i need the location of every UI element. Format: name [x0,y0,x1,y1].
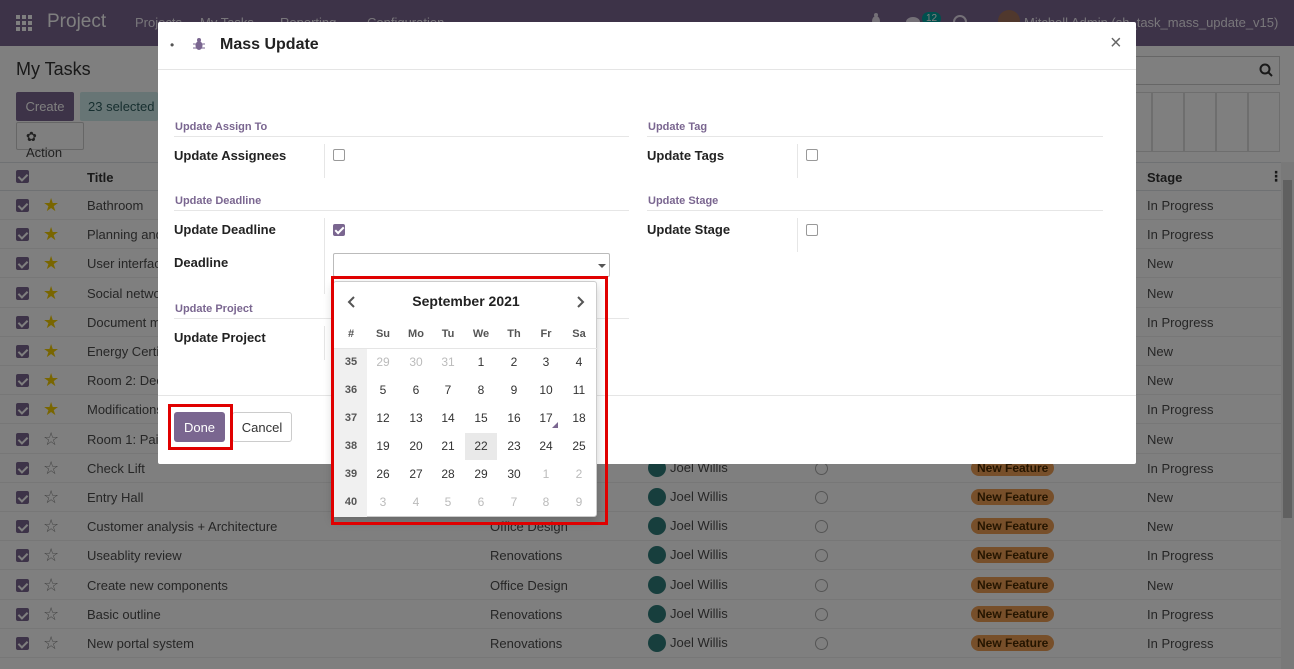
divider [174,210,629,211]
dialog-header: • Mass Update × [158,22,1136,70]
bug-icon [193,38,205,50]
divider [647,136,1103,137]
section-deadline-title: Update Deadline [175,195,262,207]
divider [324,218,325,294]
caret-down-icon[interactable] [598,264,606,268]
cancel-button[interactable]: Cancel [232,412,292,442]
highlight-box-done [168,404,233,450]
update-stage-label: Update Stage [647,222,731,237]
dialog-title: Mass Update [220,36,319,53]
deadline-date-input[interactable] [333,253,610,277]
divider [647,210,1103,211]
section-stage-title: Update Stage [648,195,719,207]
divider [324,326,325,360]
update-deadline-label: Update Deadline [174,222,276,237]
section-tag-title: Update Tag [648,121,708,133]
divider [324,144,325,178]
close-icon[interactable]: × [1110,32,1122,55]
bullet-icon: • [170,38,175,52]
update-assignees-checkbox[interactable] [333,149,345,161]
divider [174,136,629,137]
mass-update-dialog: • Mass Update × Update Assign To Update … [158,22,1136,464]
section-assign-title: Update Assign To [175,121,268,133]
section-project-title: Update Project [175,303,253,315]
dialog-footer: Done Cancel [158,395,1136,464]
update-assignees-label: Update Assignees [174,148,287,163]
highlight-box-datepicker [331,276,608,525]
divider [797,144,798,178]
update-tags-checkbox[interactable] [806,149,818,161]
deadline-label: Deadline [174,255,229,270]
update-project-label: Update Project [174,330,266,345]
update-stage-checkbox[interactable] [806,224,818,236]
update-tags-label: Update Tags [647,148,725,163]
divider [797,218,798,252]
update-deadline-checkbox[interactable] [333,224,345,236]
